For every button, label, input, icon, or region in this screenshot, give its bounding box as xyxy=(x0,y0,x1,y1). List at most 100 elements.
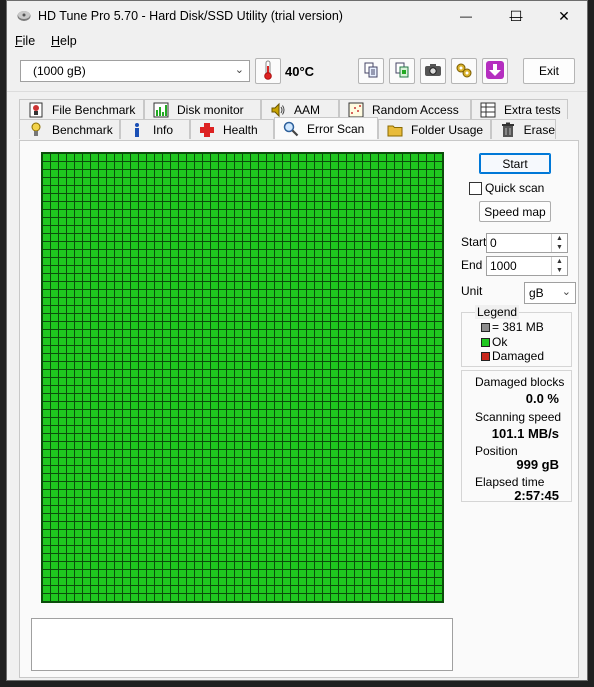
tab-disk-monitor-label: Disk monitor xyxy=(177,102,244,117)
tab-info[interactable]: Info xyxy=(120,119,190,139)
folder-icon xyxy=(387,122,403,138)
spin-arrows-icon[interactable]: ▲ ▼ xyxy=(551,257,567,275)
drive-select[interactable]: (1000 gB) ⌄ xyxy=(20,60,250,82)
end-field-label: End xyxy=(461,258,483,272)
start-spinbox[interactable]: 0 ▲ ▼ xyxy=(486,233,568,253)
menu-file-accel: F xyxy=(15,34,23,48)
unit-select-value: gB xyxy=(529,286,544,300)
unit-select[interactable]: gB ⌄ xyxy=(524,282,576,304)
scanning-speed-label: Scanning speed xyxy=(475,410,562,424)
info-icon xyxy=(129,122,145,138)
close-button[interactable]: ✕ xyxy=(541,1,587,31)
quick-scan-label: Quick scan xyxy=(485,181,545,195)
tab-aam-label: AAM xyxy=(294,102,321,117)
copy-info-icon xyxy=(363,62,379,81)
legend-damaged: Damaged xyxy=(481,349,544,363)
legend-damaged-text: Damaged xyxy=(492,349,545,363)
benchmark-icon xyxy=(28,122,44,138)
disk-monitor-icon xyxy=(153,102,169,118)
start-field-label: Start xyxy=(461,235,487,249)
tab-folder-usage[interactable]: Folder Usage xyxy=(378,119,491,139)
screenshot-button[interactable] xyxy=(420,58,446,84)
maximize-icon: ☐ xyxy=(509,7,523,24)
copy-screen-button[interactable] xyxy=(389,58,415,84)
tab-file-benchmark[interactable]: File Benchmark xyxy=(19,99,144,119)
menu-help[interactable]: Help xyxy=(51,34,77,48)
unit-label: Unit xyxy=(461,284,483,298)
tab-erase-label: Erase xyxy=(523,122,555,137)
position-label: Position xyxy=(475,444,518,458)
tab-health-label: Health xyxy=(223,122,258,137)
menu-file[interactable]: File xyxy=(15,34,35,48)
random-access-icon xyxy=(348,102,364,118)
file-benchmark-icon xyxy=(28,102,44,118)
close-icon: ✕ xyxy=(558,7,570,24)
tab-file-benchmark-label: File Benchmark xyxy=(52,102,136,117)
legend-title: Legend xyxy=(475,305,520,319)
elapsed-time-label: Elapsed time xyxy=(475,475,545,489)
tab-row-lower: Benchmark Info Health Error Scan Folder … xyxy=(19,117,556,139)
copy-screen-icon xyxy=(394,62,410,81)
end-spinbox-value: 1000 xyxy=(490,259,517,273)
legend-ok: Ok xyxy=(481,335,507,349)
trash-icon xyxy=(500,122,516,138)
download-arrow-icon xyxy=(485,60,505,83)
tab-benchmark-label: Benchmark xyxy=(52,122,113,137)
tab-health[interactable]: Health xyxy=(190,119,274,139)
tab-error-scan[interactable]: Error Scan xyxy=(274,117,378,139)
options-tools-icon xyxy=(455,61,473,82)
tab-random-access[interactable]: Random Access xyxy=(339,99,471,119)
damaged-blocks-value: 0.0 % xyxy=(525,391,559,406)
tab-extra-tests[interactable]: Extra tests xyxy=(471,99,568,119)
end-spinbox[interactable]: 1000 ▲ ▼ xyxy=(486,256,568,276)
magnifier-icon xyxy=(283,121,299,137)
elapsed-time-value: 2:57:45 xyxy=(514,488,559,503)
chevron-down-icon: ⌄ xyxy=(234,64,244,76)
legend-ok-text: Ok xyxy=(492,335,508,349)
spin-arrows-icon[interactable]: ▲ ▼ xyxy=(551,234,567,252)
tab-benchmark[interactable]: Benchmark xyxy=(19,119,120,139)
scan-block-grid xyxy=(41,152,444,603)
tab-aam[interactable]: AAM xyxy=(261,99,339,119)
menu-bar: File Help xyxy=(7,31,587,52)
extra-tests-icon xyxy=(480,102,496,118)
legend-damaged-swatch xyxy=(481,351,490,361)
legend-block-size-text: = 381 MB xyxy=(492,320,544,334)
damaged-blocks-label: Damaged blocks xyxy=(475,375,565,389)
exit-button[interactable]: Exit xyxy=(523,58,575,84)
minimize-icon: — xyxy=(460,9,472,23)
thermometer-button[interactable] xyxy=(255,58,281,84)
tab-info-label: Info xyxy=(153,122,174,137)
scanning-speed-value: 101.1 MB/s xyxy=(491,426,559,441)
legend-block-swatch xyxy=(481,322,490,332)
tab-random-access-label: Random Access xyxy=(372,102,459,117)
start-spinbox-value: 0 xyxy=(490,236,497,250)
thermometer-icon xyxy=(262,60,274,83)
speed-map-button[interactable]: Speed map xyxy=(479,201,551,222)
menu-help-accel: H xyxy=(51,34,61,48)
tab-disk-monitor[interactable]: Disk monitor xyxy=(144,99,261,119)
maximize-button[interactable]: ☐ xyxy=(493,1,539,31)
start-button[interactable]: Start xyxy=(479,153,551,174)
legend-ok-swatch xyxy=(481,337,490,347)
tab-folder-usage-label: Folder Usage xyxy=(411,122,484,137)
position-value: 999 gB xyxy=(516,457,559,472)
tab-error-scan-label: Error Scan xyxy=(307,121,365,136)
camera-icon xyxy=(424,62,442,81)
quick-scan-checkbox[interactable] xyxy=(469,181,482,195)
health-cross-icon xyxy=(199,122,215,138)
window-title: HD Tune Pro 5.70 - Hard Disk/SSD Utility… xyxy=(38,9,343,23)
drive-select-value: (1000 gB) xyxy=(33,64,86,78)
legend-block-size: = 381 MB xyxy=(481,320,544,334)
menu-file-label: ile xyxy=(22,34,36,48)
quick-scan-option[interactable]: Quick scan xyxy=(469,181,544,195)
app-window: HD Tune Pro 5.70 - Hard Disk/SSD Utility… xyxy=(6,0,588,681)
toolbar: (1000 gB) ⌄ 40°C Exit xyxy=(7,52,587,92)
copy-info-button[interactable] xyxy=(358,58,384,84)
tab-erase[interactable]: Erase xyxy=(491,119,556,139)
options-button[interactable] xyxy=(451,58,477,84)
scan-log-box[interactable] xyxy=(31,618,453,671)
save-button[interactable] xyxy=(482,58,508,84)
minimize-button[interactable]: — xyxy=(443,1,489,31)
chevron-down-icon: ⌄ xyxy=(561,286,571,298)
